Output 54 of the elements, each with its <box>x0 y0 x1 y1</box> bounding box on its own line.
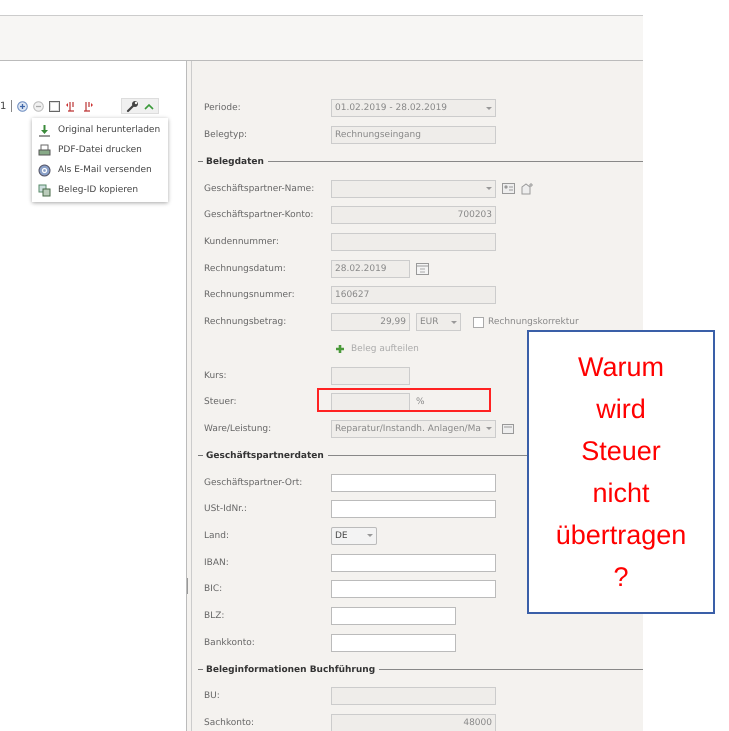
note-icon[interactable] <box>502 424 514 434</box>
field-label: Geschäftspartner-Name: <box>204 184 314 194</box>
page-icon[interactable] <box>49 100 60 112</box>
field-label: Sachkonto: <box>204 718 254 728</box>
section-title: Geschäftspartnerdaten <box>206 450 324 461</box>
field-label: Kurs: <box>204 370 227 381</box>
field-label: BIC: <box>204 584 222 594</box>
field-label: Geschäftspartner-Ort: <box>204 478 302 488</box>
input-field[interactable] <box>331 607 456 626</box>
at-sign-icon <box>38 164 51 176</box>
zoom-out-icon[interactable] <box>33 100 44 112</box>
field-label: USt-IdNr.: <box>204 504 247 514</box>
rotate-right-icon[interactable] <box>82 100 94 112</box>
section-title: Beleginformationen Buchführung <box>206 664 376 675</box>
contact-card-icon[interactable] <box>502 182 515 196</box>
country-select[interactable]: DE <box>331 526 377 545</box>
menu-item[interactable]: PDF-Datei drucken <box>32 140 168 160</box>
field-label: Ware/Leistung: <box>204 424 272 434</box>
copy-icon <box>38 184 51 196</box>
field-label: BLZ: <box>204 611 224 622</box>
printer-icon <box>38 144 51 156</box>
section-title: Belegdaten <box>206 156 264 167</box>
tools-button[interactable] <box>121 98 160 114</box>
input-field[interactable] <box>331 634 456 652</box>
field-label: Rechnungsbetrag: <box>204 317 286 328</box>
field-label: Geschäftspartner-Konto: <box>204 210 314 220</box>
field-label: Rechnungsdatum: <box>204 264 286 274</box>
field-label: Belegtyp: <box>204 130 248 140</box>
zoom-in-icon[interactable] <box>17 100 28 112</box>
field-label: Rechnungsnummer: <box>204 290 295 300</box>
menu-item[interactable]: Original herunterladen <box>32 120 168 140</box>
field-label: Kundennummer: <box>204 237 279 248</box>
input-field[interactable] <box>331 554 496 572</box>
building-icon[interactable] <box>521 182 535 196</box>
page-number: 1 <box>0 100 6 112</box>
field-label: BU: <box>204 691 220 702</box>
input-field[interactable] <box>331 580 496 598</box>
download-icon <box>38 124 51 136</box>
menu-item[interactable]: Als E-Mail versenden <box>32 160 168 180</box>
checkbox-label: Rechnungskorrektur <box>488 317 579 328</box>
menu-item[interactable]: Beleg-ID kopieren <box>32 180 168 200</box>
input-field[interactable] <box>331 474 496 492</box>
field-label: Bankkonto: <box>204 638 255 648</box>
callout-text: Warum wird Steuer nicht übertragen ? <box>556 351 686 594</box>
field-label: IBAN: <box>204 558 229 568</box>
field-label: Periode: <box>204 103 241 114</box>
wrench-icon <box>126 100 140 112</box>
calendar-icon[interactable] <box>416 262 429 276</box>
caret-icon <box>144 102 154 110</box>
unit-label: % <box>416 397 425 408</box>
field-label: Steuer: <box>204 397 237 408</box>
field-label: Land: <box>204 530 229 541</box>
plus-icon <box>335 344 345 354</box>
input-field[interactable] <box>331 500 496 518</box>
